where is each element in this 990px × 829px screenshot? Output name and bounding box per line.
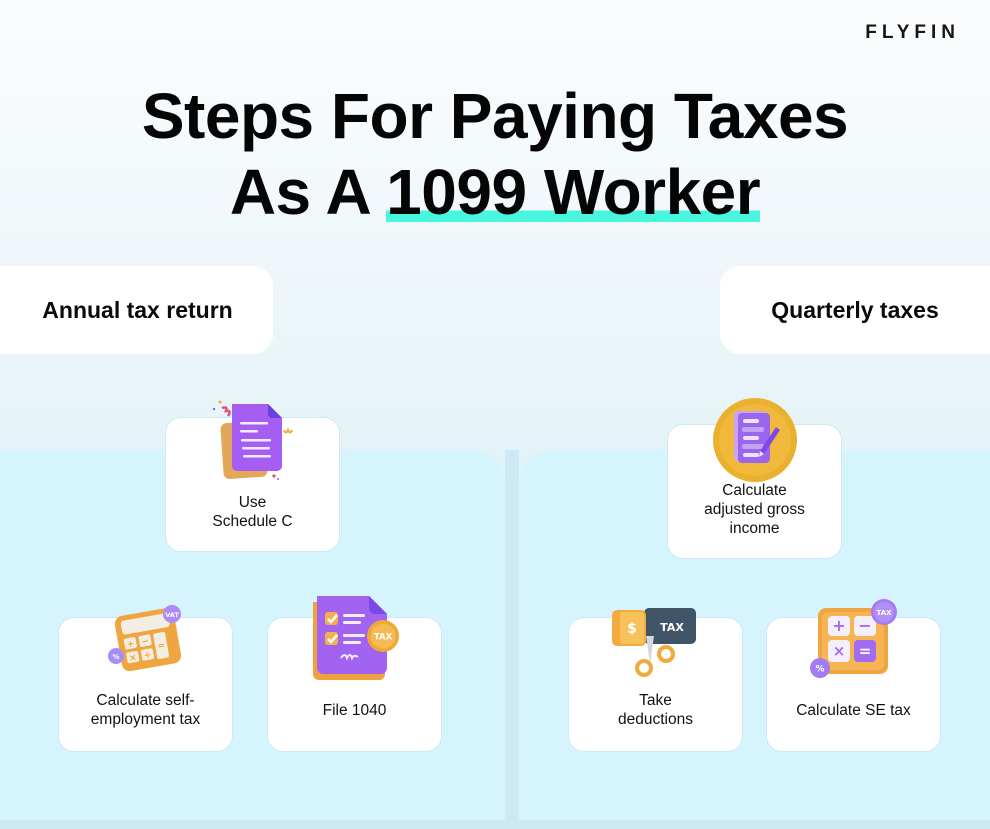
step-card-calculate-se-tax: + − × = TAX % Calculate SE tax <box>766 599 941 752</box>
section-label: Annual tax return <box>42 296 233 323</box>
svg-text:TAX: TAX <box>876 609 892 617</box>
section-annual-tax-return: Annual tax return <box>0 266 273 354</box>
step-card-calculate-self-employment-tax: + − = × ÷ VAT % Calculate self- employme… <box>58 605 233 752</box>
flyfin-logo: FLYFIN <box>865 22 960 43</box>
title-line-2-prefix: As A <box>229 156 387 228</box>
document-icon <box>212 400 293 480</box>
calculator-tax-icon: + − × = TAX % <box>809 599 897 678</box>
step-label: Take deductions <box>618 692 693 728</box>
svg-text:TAX: TAX <box>373 633 392 643</box>
tax-form-checklist-icon: TAX <box>312 596 399 680</box>
step-card-file-1040: TAX File 1040 <box>267 596 442 752</box>
svg-text:+: + <box>832 616 845 635</box>
document-pen-coin-icon <box>712 398 797 482</box>
step-label: Use Schedule C <box>212 494 293 530</box>
svg-text:$: $ <box>627 621 637 637</box>
step-label: Calculate adjusted gross income <box>704 482 805 537</box>
svg-text:VAT: VAT <box>165 611 179 619</box>
svg-text:−: − <box>858 616 871 635</box>
svg-text:%: % <box>112 653 119 661</box>
step-card-calculate-agi: Calculate adjusted gross income <box>667 398 842 559</box>
step-label: Calculate self- employment tax <box>90 692 201 728</box>
svg-text:=: = <box>858 642 871 660</box>
scissors-tax-icon: TAX $ <box>611 608 696 677</box>
step-card-use-schedule-c: Use Schedule C <box>165 400 340 552</box>
section-quarterly-taxes: Quarterly taxes <box>720 266 990 354</box>
title-highlight: 1099 Worker <box>386 156 761 228</box>
svg-text:×: × <box>832 642 845 660</box>
panel-divider <box>505 450 519 829</box>
svg-text:TAX: TAX <box>660 621 684 634</box>
section-label: Quarterly taxes <box>771 296 939 323</box>
calculator-vat-icon: + − = × ÷ VAT % <box>107 605 181 672</box>
step-label: Calculate SE tax <box>796 702 911 719</box>
svg-text:%: % <box>815 665 824 675</box>
bottom-border <box>0 820 990 829</box>
step-card-take-deductions: TAX $ Take deductions <box>568 608 743 752</box>
step-label: File 1040 <box>322 702 387 719</box>
page-title: Steps For Paying Taxes As A 1099 Worker <box>0 78 990 230</box>
title-line-1: Steps For Paying Taxes <box>141 80 849 152</box>
